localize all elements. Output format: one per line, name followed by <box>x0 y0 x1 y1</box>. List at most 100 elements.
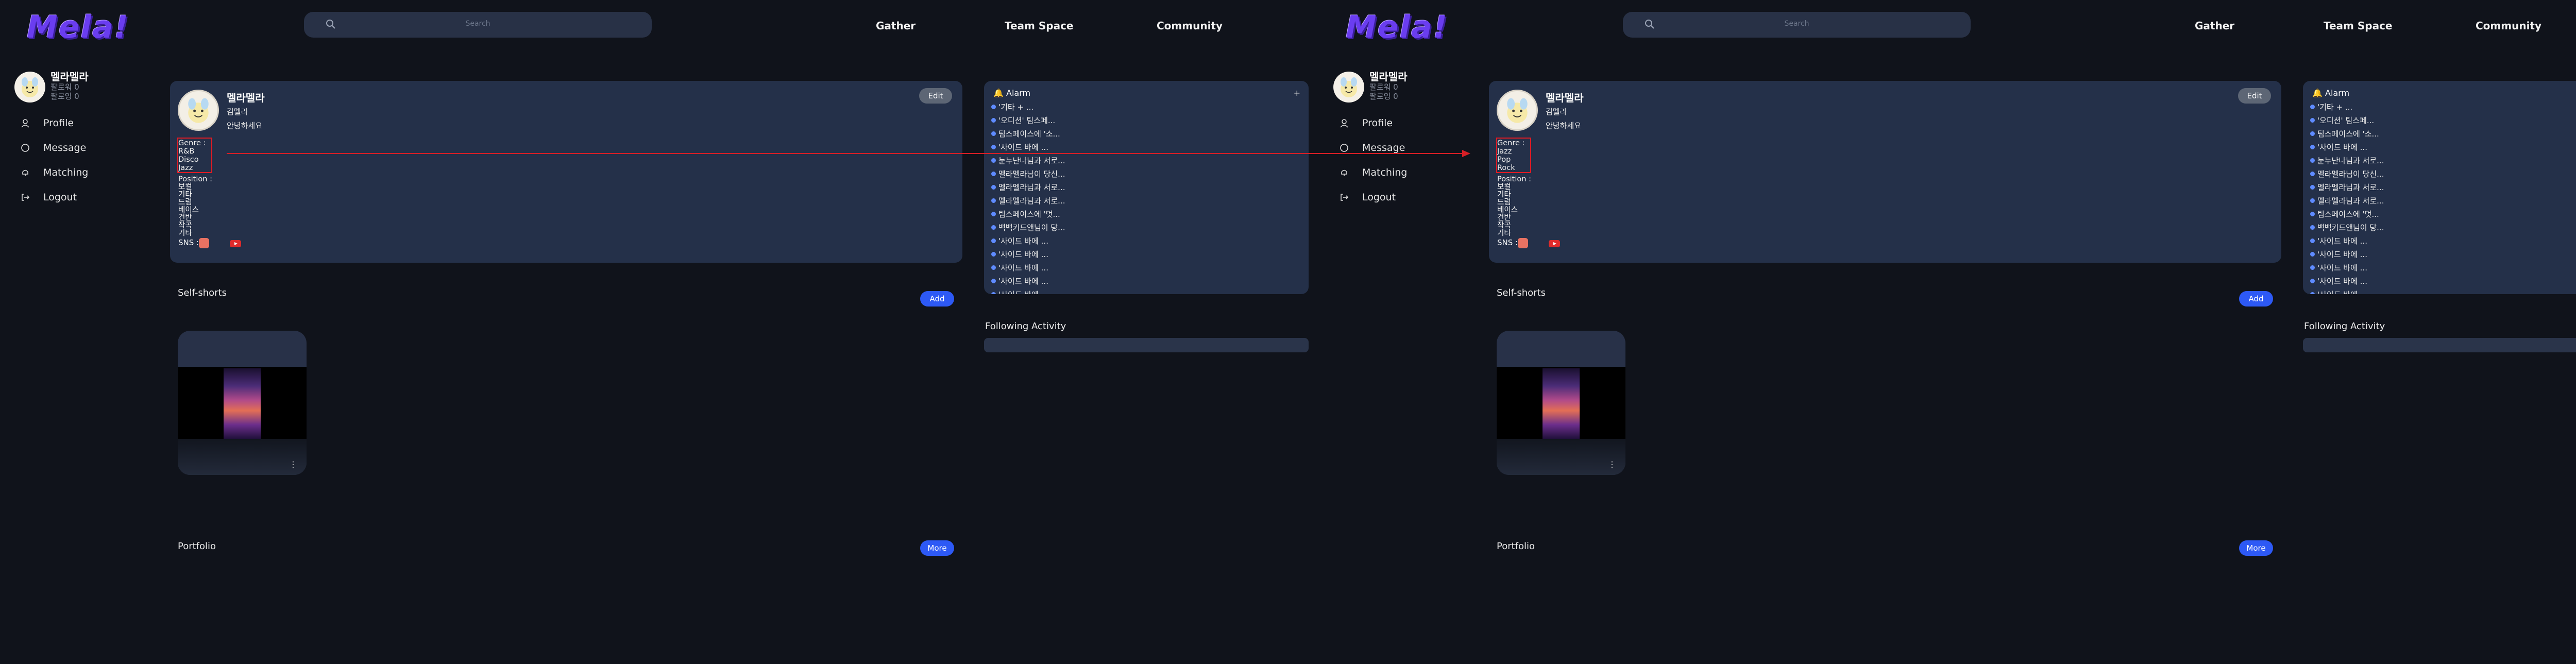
unread-dot-icon <box>2310 131 2315 136</box>
add-short-button[interactable]: Add <box>2239 291 2273 307</box>
alarm-item[interactable]: '사이드 바에 ... <box>991 262 1048 273</box>
alarm-item[interactable]: '사이드 바에 ... <box>2310 276 2367 286</box>
alarm-item[interactable]: '사이드 바에 ... <box>991 249 1048 260</box>
unread-dot-icon <box>2310 212 2315 216</box>
unread-dot-icon <box>991 225 996 230</box>
sidebar-item-matching[interactable]: Matching <box>21 164 134 181</box>
alarm-add-button[interactable]: + <box>1294 88 1300 98</box>
alarm-item[interactable]: '사이드 바에 ... <box>991 235 1048 246</box>
youtube-icon[interactable] <box>1549 240 1560 247</box>
unread-dot-icon <box>2310 185 2315 190</box>
sns-label: SNS : <box>178 238 199 247</box>
sidebar-item-matching[interactable]: Matching <box>1340 164 1453 181</box>
alarm-item[interactable]: 멜라멜라님과 서로... <box>991 195 1065 206</box>
instagram-icon[interactable] <box>1518 238 1528 248</box>
sidebar-item-message[interactable]: Message <box>21 139 134 157</box>
more-icon[interactable]: ⋮ <box>289 459 297 469</box>
alarm-item[interactable]: '사이드 바에 ... <box>2310 249 2367 260</box>
alarm-item[interactable]: '사이드 바에 ... <box>2310 289 2367 294</box>
more-button[interactable]: More <box>920 540 954 556</box>
unread-dot-icon <box>991 212 996 216</box>
nav-community[interactable]: Community <box>2476 20 2541 32</box>
alarm-item[interactable]: 멜라멜라님과 서로... <box>2310 195 2384 206</box>
profile-realname: 김멜라 <box>1546 107 1567 116</box>
message-icon <box>21 144 29 152</box>
more-button[interactable]: More <box>2239 540 2273 556</box>
sidebar-item-profile[interactable]: Profile <box>21 114 134 132</box>
sidebar-item-profile[interactable]: Profile <box>1340 114 1453 132</box>
nav-team-space[interactable]: Team Space <box>2324 20 2393 32</box>
profile-realname: 김멜라 <box>227 107 248 116</box>
add-short-button[interactable]: Add <box>920 291 954 307</box>
sns-label: SNS : <box>1497 238 1518 247</box>
alarm-item[interactable]: '오디션' 팀스페... <box>2310 115 2374 126</box>
profile-name: 멜라멜라 <box>227 92 265 104</box>
short-video[interactable] <box>178 367 307 439</box>
profile-avatar <box>178 90 219 131</box>
unread-dot-icon <box>991 172 996 176</box>
user-icon <box>1340 119 1348 128</box>
position-item: 기타 <box>178 191 192 199</box>
sidebar-item-label: Message <box>1362 142 1405 154</box>
avatar[interactable] <box>14 72 45 103</box>
genre-item: Disco <box>178 156 199 164</box>
edit-button[interactable]: Edit <box>919 88 952 104</box>
alarm-item[interactable]: '사이드 바에 ... <box>991 142 1048 152</box>
sidebar-item-label: Matching <box>1362 167 1408 178</box>
avatar[interactable] <box>1333 72 1364 103</box>
search-placeholder: Search <box>1784 20 1809 28</box>
unread-dot-icon <box>991 252 996 257</box>
alarm-item[interactable]: 백백키드앤님이 당... <box>991 222 1065 233</box>
short-footer <box>1497 439 1625 475</box>
nav-gather[interactable]: Gather <box>876 20 916 32</box>
alarm-item[interactable]: 팀스페이스에 '멋... <box>991 209 1060 219</box>
unread-dot-icon <box>2310 145 2315 149</box>
alarm-item[interactable]: 팀스페이스에 '소... <box>991 128 1060 139</box>
alarm-item[interactable]: 눈누난나님과 서로... <box>991 155 1065 166</box>
unread-dot-icon <box>991 198 996 203</box>
sidebar-item-label: Logout <box>1362 192 1396 203</box>
alarm-item[interactable]: 멜라멜라님이 당신... <box>991 168 1065 179</box>
more-icon[interactable]: ⋮ <box>1608 459 1616 469</box>
short-video[interactable] <box>1497 367 1625 439</box>
self-shorts-title: Self-shorts <box>178 287 227 298</box>
search-bar[interactable]: Search <box>304 12 652 38</box>
alarm-item[interactable]: '오디션' 팀스페... <box>991 115 1055 126</box>
position-label: Position : <box>1497 175 1531 183</box>
sidebar-item-logout[interactable]: Logout <box>21 189 134 206</box>
position-item: 보컬 <box>178 183 192 191</box>
short-card[interactable]: ⋮ <box>1497 331 1625 475</box>
alarm-item[interactable]: 멜라멜라님과 서로... <box>991 182 1065 193</box>
alarm-item[interactable]: '사이드 바에 ... <box>991 276 1048 286</box>
alarm-item[interactable]: 팀스페이스에 '소... <box>2310 128 2379 139</box>
genre-label: Genre : <box>1497 139 1525 147</box>
short-card[interactable]: ⋮ <box>178 331 307 475</box>
alarm-title: 🔔 Alarm <box>2312 88 2350 98</box>
alarm-item[interactable]: 팀스페이스에 '멋... <box>2310 209 2379 219</box>
youtube-icon[interactable] <box>230 240 241 247</box>
alarm-item[interactable]: '기타 + ... <box>991 101 1033 112</box>
logo[interactable]: Mela! <box>1346 9 1448 45</box>
sidebar-item-logout[interactable]: Logout <box>1340 189 1453 206</box>
alarm-item[interactable]: '사이드 바에 ... <box>991 289 1048 294</box>
nav-community[interactable]: Community <box>1157 20 1223 32</box>
unread-dot-icon <box>991 279 996 283</box>
alarm-item[interactable]: '기타 + ... <box>2310 101 2352 112</box>
alarm-item[interactable]: '사이드 바에 ... <box>2310 142 2367 152</box>
alarm-item[interactable]: 눈누난나님과 서로... <box>2310 155 2384 166</box>
nav-gather[interactable]: Gather <box>2195 20 2234 32</box>
unread-dot-icon <box>991 158 996 163</box>
alarm-item[interactable]: '사이드 바에 ... <box>2310 235 2367 246</box>
logo[interactable]: Mela! <box>27 9 129 45</box>
search-bar[interactable]: Search <box>1623 12 1971 38</box>
following-activity-list <box>984 338 1309 352</box>
alarm-item[interactable]: 멜라멜라님이 당신... <box>2310 168 2384 179</box>
following-activity-title: Following Activity <box>985 321 1066 332</box>
instagram-icon[interactable] <box>199 238 209 248</box>
alarm-item[interactable]: 멜라멜라님과 서로... <box>2310 182 2384 193</box>
nav-team-space[interactable]: Team Space <box>1005 20 1074 32</box>
alarm-item[interactable]: 백백키드앤님이 당... <box>2310 222 2384 233</box>
sidebar-item-label: Matching <box>43 167 89 178</box>
alarm-item[interactable]: '사이드 바에 ... <box>2310 262 2367 273</box>
edit-button[interactable]: Edit <box>2238 88 2271 104</box>
